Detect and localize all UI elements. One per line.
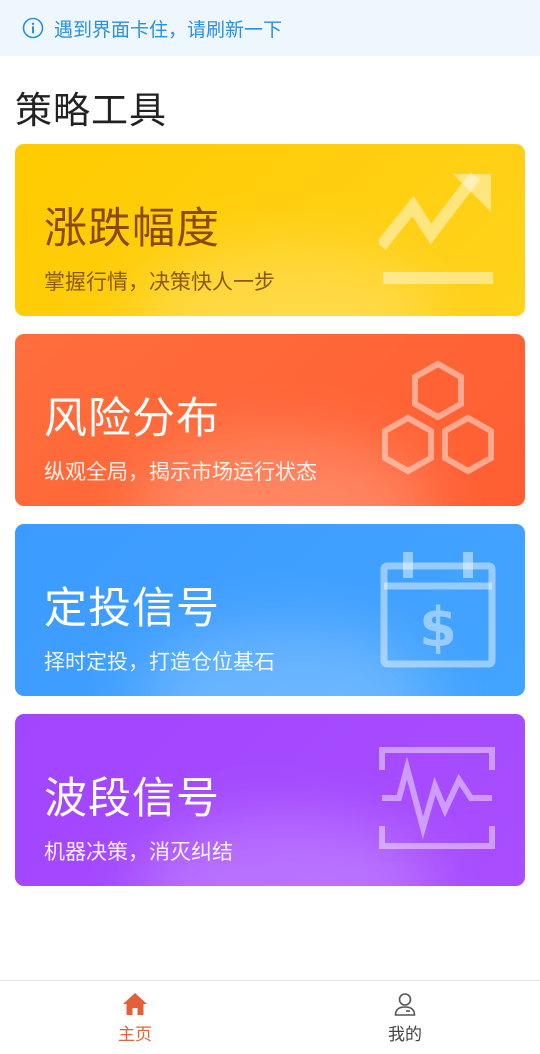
card-title: 风险分布 xyxy=(44,394,220,444)
tab-mine[interactable]: 我的 xyxy=(270,981,540,1054)
notice-text: 遇到界面卡住，请刷新一下 xyxy=(54,18,283,41)
tab-home[interactable]: 主页 xyxy=(0,981,270,1054)
tab-bar: 主页 我的 xyxy=(0,980,540,1054)
card-fixed-investment[interactable]: 定投信号 择时定投，打造仓位基石 $ xyxy=(15,524,525,696)
page-title: 策略工具 xyxy=(15,89,167,132)
card-risk-distribution[interactable]: 风险分布 纵观全局，揭示市场运行状态 xyxy=(15,334,525,506)
card-subtitle: 掌握行情，决策快人一步 xyxy=(44,270,275,294)
card-title: 涨跌幅度 xyxy=(44,204,220,254)
card-subtitle: 择时定投，打造仓位基石 xyxy=(44,650,275,674)
tab-mine-label: 我的 xyxy=(388,1024,422,1045)
waveform-icon xyxy=(379,747,495,849)
calendar-dollar-icon: $ xyxy=(380,552,496,668)
card-title: 波段信号 xyxy=(44,774,220,824)
card-subtitle: 纵观全局，揭示市场运行状态 xyxy=(44,460,317,484)
card-title: 定投信号 xyxy=(44,584,220,634)
user-icon xyxy=(394,992,416,1016)
tab-home-label: 主页 xyxy=(118,1024,152,1045)
card-price-change[interactable]: 涨跌幅度 掌握行情，决策快人一步 xyxy=(15,144,525,316)
trend-chart-icon xyxy=(379,172,493,284)
hexagons-icon xyxy=(382,360,494,475)
info-icon xyxy=(22,17,44,39)
card-swing-signal[interactable]: 波段信号 机器决策，消灭纠结 xyxy=(15,714,525,886)
notice-bar[interactable]: 遇到界面卡住，请刷新一下 xyxy=(0,0,540,56)
svg-text:$: $ xyxy=(419,596,457,659)
card-subtitle: 机器决策，消灭纠结 xyxy=(44,840,233,864)
home-icon xyxy=(123,992,147,1015)
